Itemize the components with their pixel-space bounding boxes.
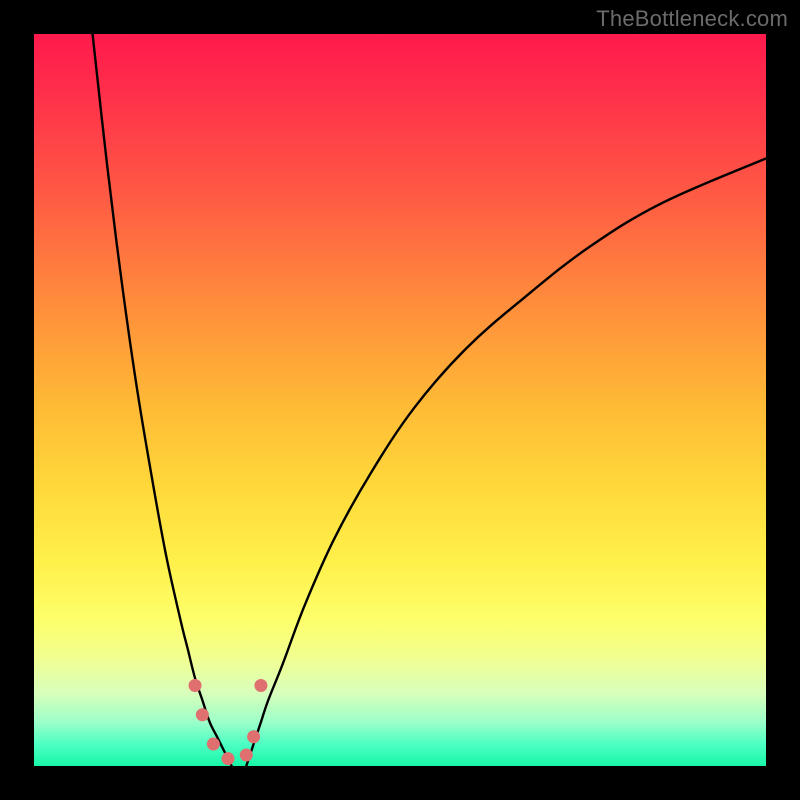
- data-marker: [254, 679, 267, 692]
- data-marker: [240, 749, 253, 762]
- curve-left-branch: [93, 34, 232, 766]
- curve-right-branch: [246, 158, 766, 766]
- data-marker: [196, 708, 209, 721]
- data-marker: [189, 679, 202, 692]
- plot-area: [34, 34, 766, 766]
- data-marker: [247, 730, 260, 743]
- data-marker: [221, 752, 234, 765]
- curve-layer: [34, 34, 766, 766]
- data-marker: [207, 738, 220, 751]
- watermark-text: TheBottleneck.com: [596, 6, 788, 32]
- chart-stage: TheBottleneck.com: [0, 0, 800, 800]
